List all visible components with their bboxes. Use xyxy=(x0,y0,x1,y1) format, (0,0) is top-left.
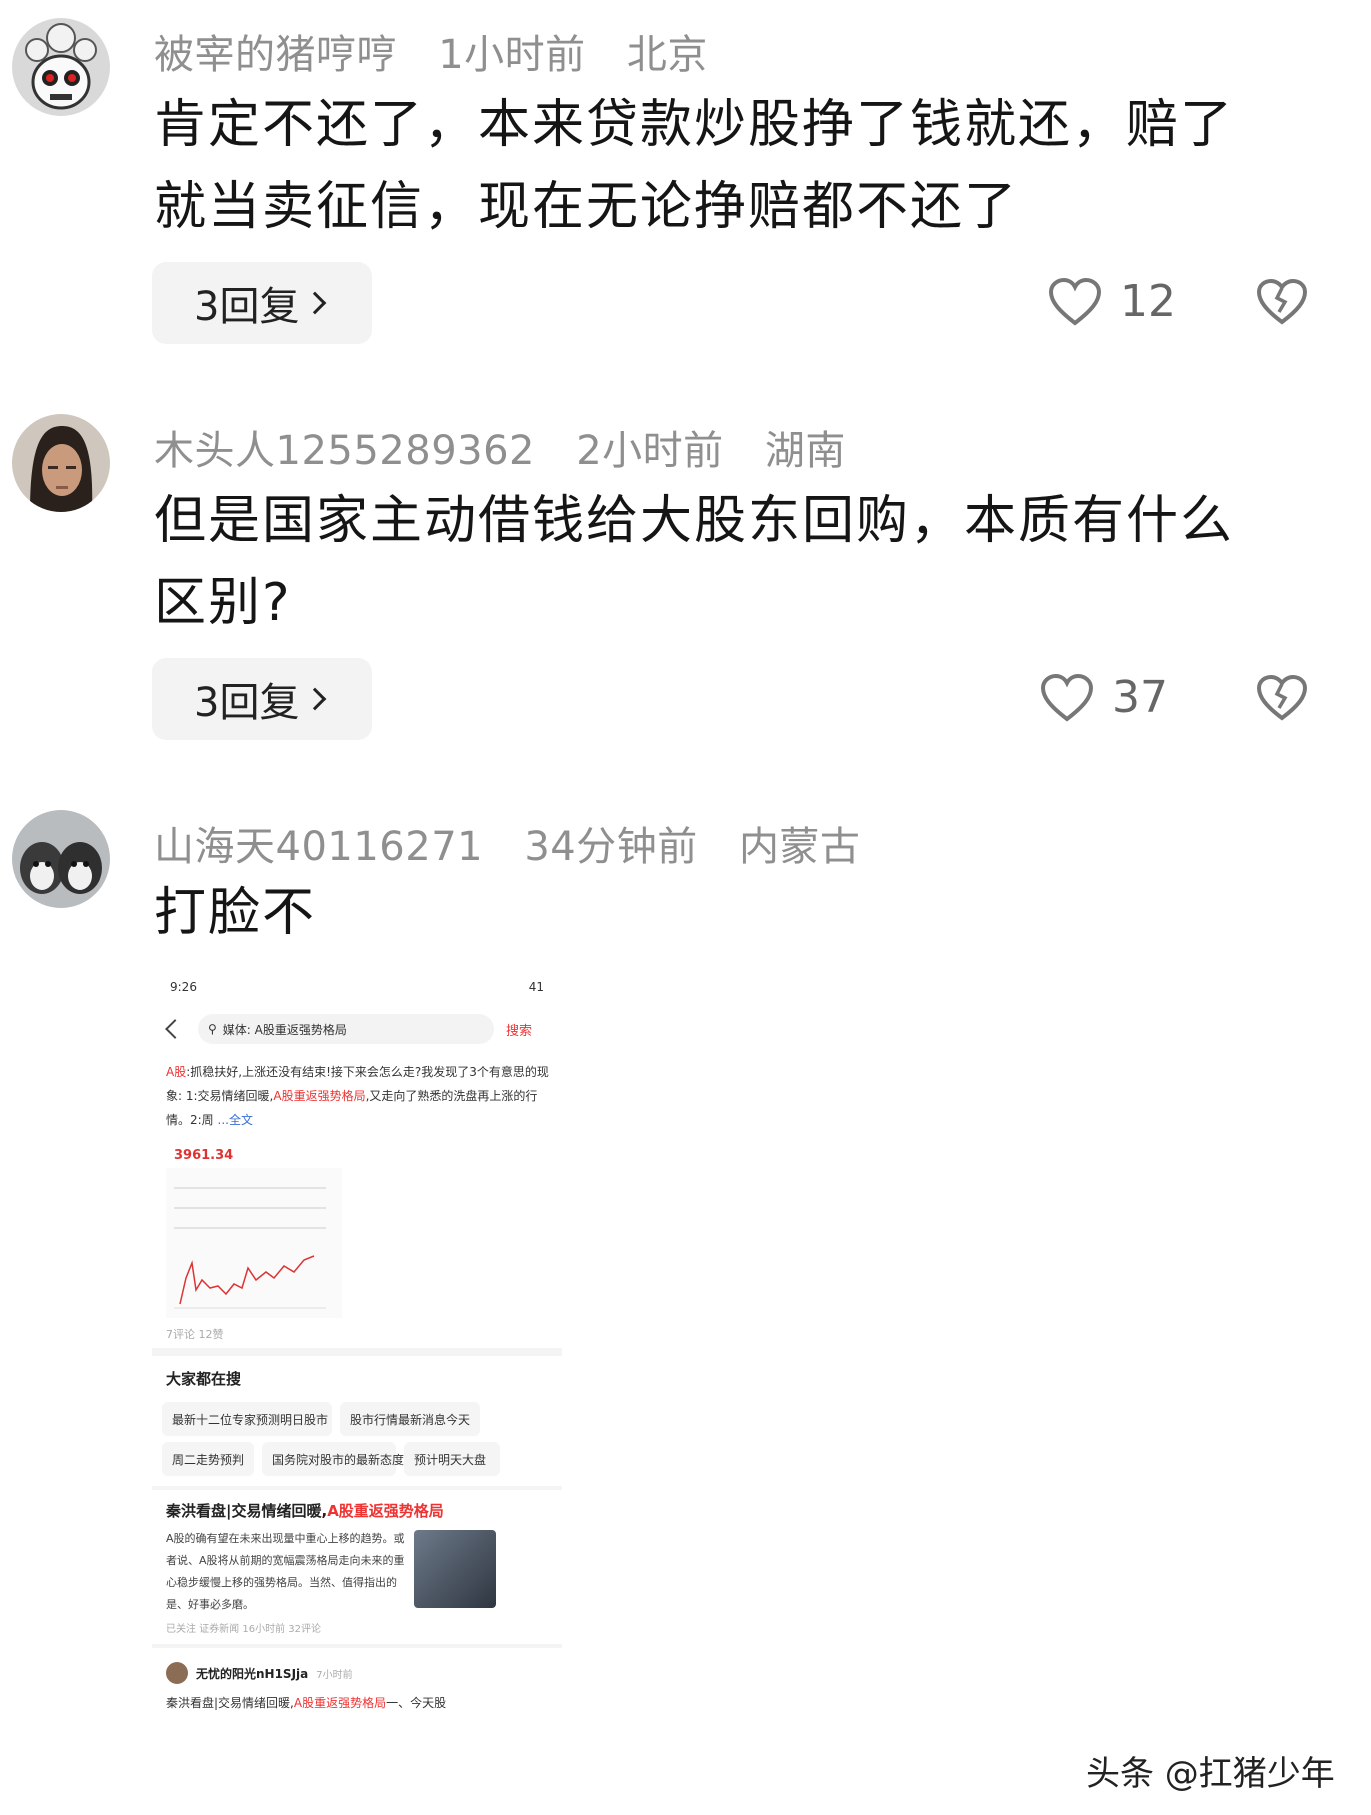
index-value: 3961.34 xyxy=(174,1148,234,1163)
comment-time: 34分钟前 xyxy=(524,824,698,870)
divider xyxy=(152,1348,562,1356)
trending-title: 大家都在搜 xyxy=(166,1370,242,1388)
related-post-text-part: 秦洪看盘|交易情绪回暖, xyxy=(166,1696,294,1710)
search-chip: 国务院对股市的最新态度 xyxy=(262,1442,404,1476)
comment-meta: 木头人1255289362 2小时前 湖南 xyxy=(154,418,874,476)
divider xyxy=(152,1644,562,1648)
snippet-highlight: A股 xyxy=(166,1065,187,1079)
dislike-button[interactable] xyxy=(1256,674,1308,726)
news-meta: 已关注 证券新闻 16小时前 32评论 xyxy=(166,1624,321,1635)
search-icon: ⚲ xyxy=(208,1022,217,1036)
post-snippet: A股:抓稳扶好,上涨还没有结束!接下来会怎么走?我发现了3个有意思的现象: 1:… xyxy=(166,1060,550,1132)
avatar[interactable] xyxy=(12,810,110,908)
news-title: 秦洪看盘|交易情绪回暖,A股重返强势格局 xyxy=(166,1500,444,1521)
news-body: A股的确有望在未来出现量中重心上移的趋势。或者说、A股将从前期的宽幅震荡格局走向… xyxy=(166,1532,405,1611)
avatar xyxy=(166,1662,188,1684)
related-post-header: 无忧的阳光nH1SJja 7小时前 xyxy=(166,1662,353,1684)
replies-button[interactable]: 3回复 xyxy=(152,262,372,344)
search-chip: 股市行情最新消息今天 xyxy=(340,1402,480,1436)
comment-meta: 山海天40116271 34分钟前 内蒙古 xyxy=(154,814,888,872)
comment-text-line: 但是国家主动借钱给大股东回购，本质有什么 xyxy=(154,491,1235,551)
like-button[interactable]: 12 xyxy=(1048,276,1176,327)
comment-time: 2小时前 xyxy=(576,428,724,474)
comment-location: 内蒙古 xyxy=(738,824,861,870)
snippet-highlight: A股重返强势格局 xyxy=(273,1089,366,1103)
index-chart-image: 3961.34 xyxy=(166,1148,342,1318)
heart-icon xyxy=(1040,673,1094,722)
comment-text-line: 肯定不还了，本来贷款炒股挣了钱就还，赔了 xyxy=(154,95,1235,155)
battery-level: 41 xyxy=(528,980,544,994)
related-post-text: 秦洪看盘|交易情绪回暖,A股重返强势格局一、今天股 xyxy=(166,1694,446,1711)
heart-icon xyxy=(1048,277,1102,326)
search-query: 媒体: A股重返强势格局 xyxy=(222,1022,347,1037)
username[interactable]: 木头人1255289362 xyxy=(154,428,535,474)
comment-location: 北京 xyxy=(626,32,708,78)
comment-text: 肯定不还了，本来贷款炒股挣了钱就还，赔了 就当卖征信，现在无论挣赔都不还了 xyxy=(154,84,1284,248)
related-post-text-part: 一、今天股 xyxy=(386,1696,447,1710)
replies-label: 3回复 xyxy=(194,284,300,330)
broken-heart-icon xyxy=(1256,674,1308,721)
comment-location: 湖南 xyxy=(764,428,846,474)
username[interactable]: 山海天40116271 xyxy=(154,824,483,870)
like-button[interactable]: 37 xyxy=(1040,672,1168,723)
chevron-right-icon xyxy=(304,291,327,315)
chevron-right-icon xyxy=(304,687,327,711)
comment-text-line: 区别? xyxy=(154,573,292,633)
comment-meta: 被宰的猪哼哼 1小时前 北京 xyxy=(154,22,736,80)
search-chip: 预计明天大盘 xyxy=(404,1442,500,1476)
news-title-highlight: A股重返强势格局 xyxy=(327,1502,444,1520)
broken-heart-icon xyxy=(1256,278,1308,325)
full-text-link: ...全文 xyxy=(217,1113,253,1127)
like-count: 12 xyxy=(1120,276,1176,327)
replies-button[interactable]: 3回复 xyxy=(152,658,372,740)
comment-text-line: 就当卖征信，现在无论挣赔都不还了 xyxy=(154,177,1019,237)
search-chip: 周二走势预判 xyxy=(162,1442,254,1476)
related-post-highlight: A股重返强势格局 xyxy=(293,1696,387,1710)
comment-time: 1小时前 xyxy=(438,32,586,78)
news-thumbnail xyxy=(414,1530,496,1608)
post-meta: 7评论 12赞 xyxy=(166,1328,224,1341)
comment-text-line: 打脸不 xyxy=(154,883,317,943)
avatar[interactable] xyxy=(12,18,110,116)
search-chip: 最新十二位专家预测明日股市 xyxy=(162,1402,332,1436)
divider xyxy=(152,1486,562,1490)
related-post-user: 无忧的阳光nH1SJja xyxy=(196,1666,309,1681)
search-bar: ⚲ 媒体: A股重返强势格局 搜索 xyxy=(162,1012,552,1046)
back-icon xyxy=(165,1019,185,1039)
news-title-text: 秦洪看盘|交易情绪回暖, xyxy=(166,1502,328,1520)
comment-text: 打脸不 xyxy=(154,872,1284,954)
username[interactable]: 被宰的猪哼哼 xyxy=(154,32,397,78)
avatar[interactable] xyxy=(12,414,110,512)
like-count: 37 xyxy=(1112,672,1168,723)
dislike-button[interactable] xyxy=(1256,278,1308,330)
replies-label: 3回复 xyxy=(194,680,300,726)
status-bar: 9:26 41 xyxy=(170,980,544,994)
search-input: ⚲ 媒体: A股重返强势格局 xyxy=(198,1014,494,1044)
related-post-time: 7小时前 xyxy=(316,1669,353,1681)
attached-screenshot[interactable]: 9:26 41 ⚲ 媒体: A股重返强势格局 搜索 A股:抓稳扶好,上涨还没有结… xyxy=(152,968,562,1815)
watermark: 头条 @扛猪少年 xyxy=(1086,1754,1335,1794)
status-time: 9:26 xyxy=(170,980,197,994)
comment-text: 但是国家主动借钱给大股东回购，本质有什么 区别? xyxy=(154,480,1284,644)
search-button: 搜索 xyxy=(506,1023,533,1039)
